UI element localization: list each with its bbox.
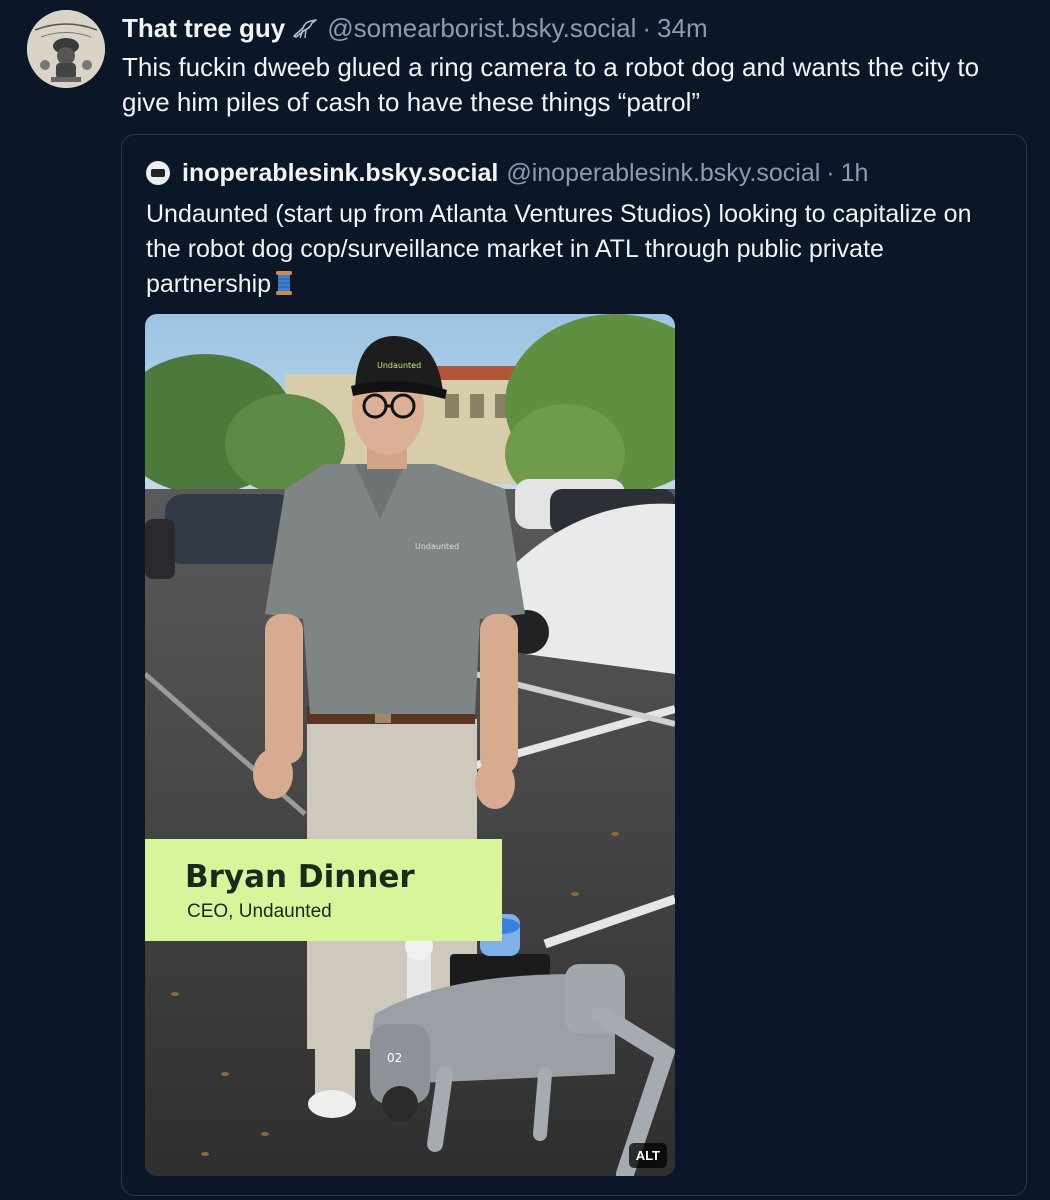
svg-text:02: 02 [387,1051,402,1065]
svg-text:Undaunted: Undaunted [377,361,421,370]
quoted-post-image[interactable]: Undaunted Undaunted 02 Bryan Dinner CEO,… [145,314,675,1176]
quoted-post-text-block: Undaunted (start up from Atlanta Venture… [146,197,1006,302]
caption-title: CEO, Undaunted [187,901,332,922]
photo-scene: Undaunted Undaunted 02 [145,314,675,1176]
post-header: That tree guy @somearborist.bsky.social … [122,10,708,46]
post: That tree guy @somearborist.bsky.social … [0,0,1050,1200]
quoted-author-handle[interactable]: @inoperablesink.bsky.social [506,159,820,188]
quoted-post-timestamp[interactable]: 1h [841,159,869,188]
alt-text-badge[interactable]: ALT [628,1143,667,1168]
caption-name: Bryan Dinner [185,859,415,895]
quoted-post-header: inoperablesink.bsky.social @inoperablesi… [146,157,868,189]
header-separator: · [642,12,652,43]
quoted-post-card[interactable]: inoperablesink.bsky.social @inoperablesi… [121,134,1027,1196]
spool-of-thread-icon [275,270,293,296]
quoted-author-avatar[interactable] [146,161,170,185]
post-text: This fuckin dweeb glued a ring camera to… [122,52,980,117]
svg-text:Undaunted: Undaunted [415,542,459,551]
quoted-post-text: Undaunted (start up from Atlanta Venture… [146,200,972,298]
quoted-header-separator: · [826,158,835,187]
quoted-author-display-name[interactable]: inoperablesink.bsky.social [182,159,498,188]
author-display-name[interactable]: That tree guy [122,13,285,44]
post-timestamp[interactable]: 34m [657,13,708,44]
author-handle[interactable]: @somearborist.bsky.social [327,13,636,44]
lower-third-caption: Bryan Dinner CEO, Undaunted [145,839,502,941]
bird-icon [291,16,319,40]
author-avatar[interactable] [27,10,105,88]
